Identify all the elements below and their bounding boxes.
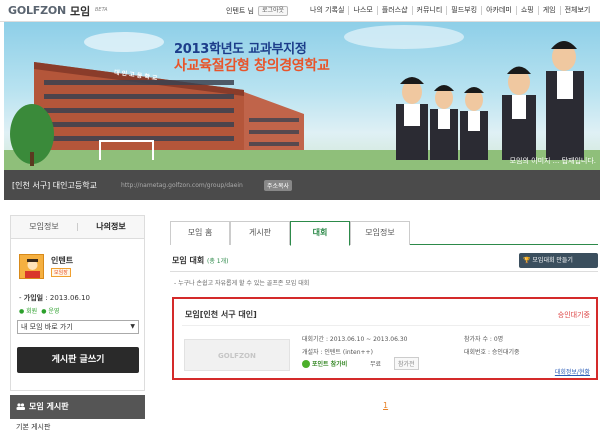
board-header: 모임 게시판 (10, 395, 145, 419)
nav-plusshop[interactable]: 플러스샵 (376, 6, 412, 15)
fee-value: 무료 (370, 361, 382, 368)
join-button[interactable]: 참가전 (394, 357, 419, 370)
profile-name[interactable]: 인텐트 (51, 255, 73, 266)
detail-link[interactable]: 대회정보/현황 (555, 367, 590, 376)
board-item-default[interactable]: 기본 게시판 (16, 422, 50, 432)
nav-academy[interactable]: 아카데미 (481, 6, 516, 15)
pagination-page-1[interactable]: 1 (383, 401, 388, 410)
group-banner: 2013학년도 교과부지정 사교육절감형 창의경영학교 대 인 고 등 학 교 … (4, 22, 600, 170)
banner-title-line2: 사교육절감형 창의경영학교 (174, 58, 330, 74)
service-name: 모임 (70, 5, 91, 18)
goto-group-select[interactable]: 내 모임 바로 가기 ▼ (17, 320, 139, 334)
nav-shopping[interactable]: 쇼핑 (515, 6, 538, 15)
section-count: (총 1개) (207, 258, 229, 265)
goto-select-value: 내 모임 바로 가기 (21, 323, 73, 331)
avatar (19, 254, 44, 279)
card-divider (182, 325, 590, 326)
user-area: 인텐트 님 로그아웃 (226, 6, 289, 16)
tab-tournament[interactable]: 대회 (290, 221, 350, 246)
user-name: 인텐트 님 (226, 7, 254, 15)
tournament-thumbnail[interactable]: GOLFZON (184, 339, 290, 371)
profile-badges: ● 회원 ● 운영 (19, 306, 59, 315)
logout-button[interactable]: 로그아웃 (258, 6, 289, 16)
write-post-button[interactable]: 게시판 글쓰기 (17, 347, 139, 373)
tab-home[interactable]: 모임 홈 (170, 221, 230, 245)
beta-label: BETA (95, 7, 108, 13)
joined-date: - 가입일 : 2013.06.10 (19, 294, 90, 302)
profile-panel: 인텐트 모임장 - 가입일 : 2013.06.10 ● 회원 ● 운영 내 모… (10, 239, 145, 391)
nav-community[interactable]: 커뮤니티 (411, 6, 447, 15)
role-badge: 모임장 (51, 268, 71, 277)
badge-admin: ● 운영 (41, 308, 60, 315)
nav-all[interactable]: 전체보기 (559, 6, 595, 15)
participant-count: 참가자 수 : 0명 (464, 336, 504, 343)
tab-board[interactable]: 게시판 (230, 221, 290, 245)
tab-group-info[interactable]: 모임정보 (11, 216, 77, 238)
main-tabs: 모임 홈 게시판 대회 모임정보 (170, 221, 598, 246)
top-bar: GOLFZON 모임 BETA 인텐트 님 로그아웃 나의 기록실 나스모 플러… (0, 0, 600, 22)
joined-value: 2013.06.10 (49, 294, 90, 302)
trophy-icon: 🏆 (523, 257, 531, 264)
main-content: 모임 홈 게시판 대회 모임정보 모임 대회 (총 1개) 🏆 모임대회 만들기… (170, 217, 598, 437)
nav-booking[interactable]: 필드부킹 (446, 6, 481, 15)
status-badge: 승인대기중 (557, 311, 590, 319)
group-title-bar: [인천 서구] 대인고등학교 http://nametag.golfzon.co… (4, 170, 600, 200)
golfzon-logo[interactable]: GOLFZON (8, 4, 66, 17)
tournament-period: 대회기간 : 2013.06.10 ~ 2013.06.30 (302, 336, 408, 343)
thumbnail-logo: GOLFZON (218, 352, 256, 360)
avatar-icon (20, 255, 43, 278)
section-title-text: 모임 대회 (172, 256, 205, 265)
section-title: 모임 대회 (총 1개) (172, 255, 228, 266)
tab-my-info[interactable]: 나의정보 (78, 216, 144, 238)
nav-nasmo[interactable]: 나스모 (348, 6, 376, 15)
people-icon (16, 403, 25, 410)
divider (170, 271, 598, 272)
tab-group-info-main[interactable]: 모임정보 (350, 221, 410, 245)
section-description: - 누구나 손쉽고 자유롭게 할 수 있는 골프존 모임 대회 (174, 280, 310, 287)
chevron-down-icon: ▼ (130, 323, 135, 330)
create-tournament-label: 모임대회 만들기 (532, 257, 573, 264)
fee-label: 포인트 참가비 (312, 361, 348, 368)
tournament-number: 대회번호 : 승인대기중 (464, 349, 520, 356)
create-tournament-button[interactable]: 🏆 모임대회 만들기 (519, 253, 598, 268)
nav-game[interactable]: 게임 (537, 6, 560, 15)
banner-caption: 모임의 이미지 ... 탑재입니다. (509, 157, 596, 165)
badge-member: ● 회원 (19, 308, 38, 315)
tournament-title[interactable]: 모임[인천 서구 대인] (185, 309, 257, 320)
joined-label: 가입일 (23, 294, 44, 302)
group-name: [인천 서구] 대인고등학교 (12, 181, 97, 190)
global-nav: 나의 기록실 나스모 플러스샵 커뮤니티 필드부킹 아카데미 쇼핑 게임 전체보… (306, 6, 594, 15)
copy-url-button[interactable]: 주소복사 (264, 180, 293, 191)
nav-record[interactable]: 나의 기록실 (306, 6, 348, 15)
tournament-host: 개설자 : 인텐트 (inten++) (302, 349, 373, 356)
sidebar: 모임정보 나의정보 인텐트 모임장 - 가입일 : 2013.06.10 ● 회… (10, 215, 145, 437)
sidebar-tabs: 모임정보 나의정보 (10, 215, 145, 239)
tournament-card: 모임[인천 서구 대인] 승인대기중 GOLFZON 대회기간 : 2013.0… (172, 297, 598, 380)
board-title: 모임 게시판 (29, 402, 69, 411)
group-url[interactable]: http://nametag.golfzon.com/group/daein (121, 182, 243, 189)
point-icon (302, 360, 310, 368)
